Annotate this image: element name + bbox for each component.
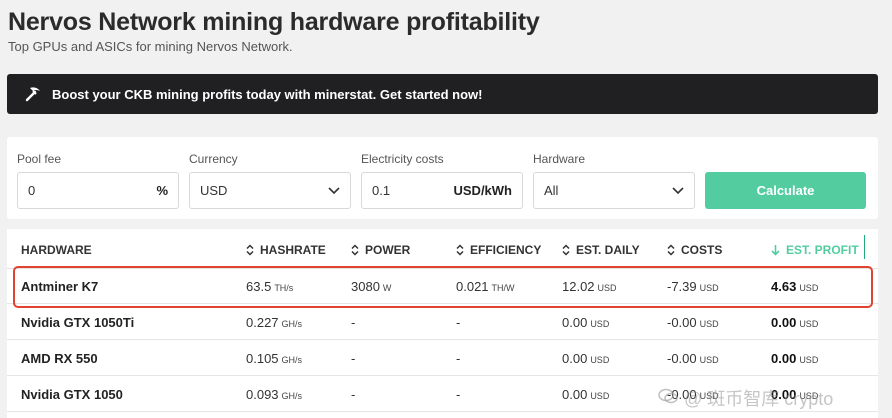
col-power[interactable]: POWER — [351, 243, 410, 257]
chevron-down-icon — [328, 185, 340, 197]
hardware-value: All — [544, 183, 559, 198]
cell-est-profit: 0.00 USD — [771, 315, 819, 330]
col-efficiency[interactable]: EFFICIENCY — [456, 243, 541, 257]
cell-power: - — [351, 387, 356, 402]
table-row[interactable]: AMD RX 550 0.105 GH/s - - 0.00 USD -0.00 US… — [7, 341, 878, 376]
cell-hardware[interactable]: AMD RX 550 — [21, 351, 98, 366]
col-hashrate[interactable]: HASHRATE — [246, 243, 326, 257]
pool-fee-value: 0 — [28, 183, 36, 198]
calculate-button[interactable]: Calculate — [705, 172, 866, 209]
electricity-label: Electricity costs — [361, 152, 444, 166]
highlight-annotation — [13, 266, 873, 308]
sort-icon — [456, 244, 464, 256]
cell-hardware[interactable]: Nvidia GTX 1050Ti — [21, 315, 134, 330]
sort-icon — [562, 244, 570, 256]
col-est-profit[interactable]: EST. PROFIT — [771, 243, 859, 257]
sort-icon — [246, 244, 254, 256]
col-costs-label: COSTS — [681, 243, 723, 257]
col-est-daily-label: EST. DAILY — [576, 243, 640, 257]
currency-label: Currency — [189, 152, 238, 166]
page-subtitle: Top GPUs and ASICs for mining Nervos Net… — [8, 39, 293, 54]
pickaxe-icon — [23, 84, 43, 104]
col-hardware[interactable]: HARDWARE — [21, 243, 92, 257]
filters-panel: Pool fee 0 % Currency USD Electricity co… — [7, 137, 878, 219]
chat-bubble-icon — [658, 387, 680, 409]
col-power-label: POWER — [365, 243, 411, 257]
cell-power: - — [351, 315, 356, 330]
cell-est-daily: 0.00 USD — [562, 387, 610, 402]
table-row[interactable]: Nvidia GTX 1050Ti 0.227 GH/s - - 0.00 USD … — [7, 305, 878, 340]
arrow-down-icon — [771, 244, 780, 256]
cell-hardware[interactable]: Nvidia GTX 1050 — [21, 387, 123, 402]
currency-value: USD — [200, 183, 228, 198]
cell-est-daily: 0.00 USD — [562, 315, 610, 330]
cell-efficiency: - — [456, 351, 461, 366]
watermark: @ 斑币智库 crypto — [658, 385, 833, 411]
col-est-daily[interactable]: EST. DAILY — [562, 243, 640, 257]
cell-hashrate: 0.093 GH/s — [246, 387, 303, 402]
cell-efficiency: - — [456, 387, 461, 402]
pool-fee-label: Pool fee — [17, 152, 62, 166]
col-efficiency-label: EFFICIENCY — [470, 243, 542, 257]
sort-icon — [351, 244, 359, 256]
pool-fee-group: Pool fee 0 % — [17, 152, 179, 209]
cell-costs: -0.00 USD — [667, 351, 719, 366]
table-header: HARDWARE HASHRATE POWER EFFICIENCY EST. … — [7, 229, 878, 269]
page-title: Nervos Network mining hardware profitabi… — [8, 8, 540, 36]
cell-est-profit: 0.00 USD — [771, 351, 819, 366]
cell-power: - — [351, 351, 356, 366]
banner-text: Boost your CKB mining profits today with… — [52, 86, 483, 102]
col-hashrate-label: HASHRATE — [260, 243, 326, 257]
currency-group: Currency USD — [189, 152, 351, 209]
chevron-down-icon — [672, 185, 684, 197]
hardware-select[interactable]: All — [533, 172, 695, 209]
cell-est-daily: 0.00 USD — [562, 351, 610, 366]
electricity-suffix: USD/kWh — [453, 183, 513, 198]
text-cursor — [864, 235, 865, 259]
electricity-input[interactable]: 0.1 USD/kWh — [361, 172, 523, 209]
col-costs[interactable]: COSTS — [667, 243, 722, 257]
electricity-value: 0.1 — [372, 183, 391, 198]
cell-hashrate: 0.105 GH/s — [246, 351, 303, 366]
hardware-label: Hardware — [533, 152, 586, 166]
currency-select[interactable]: USD — [189, 172, 351, 209]
pool-fee-input[interactable]: 0 % — [17, 172, 179, 209]
cell-costs: -0.00 USD — [667, 315, 719, 330]
promo-banner[interactable]: Boost your CKB mining profits today with… — [7, 74, 878, 114]
cell-hashrate: 0.227 GH/s — [246, 315, 303, 330]
sort-icon — [667, 244, 675, 256]
pool-fee-suffix: % — [156, 183, 168, 198]
watermark-text: @ 斑币智库 crypto — [684, 389, 834, 409]
cell-efficiency: - — [456, 315, 461, 330]
hardware-group: Hardware All — [533, 152, 695, 209]
electricity-group: Electricity costs 0.1 USD/kWh — [361, 152, 523, 209]
col-est-profit-label: EST. PROFIT — [786, 243, 859, 257]
